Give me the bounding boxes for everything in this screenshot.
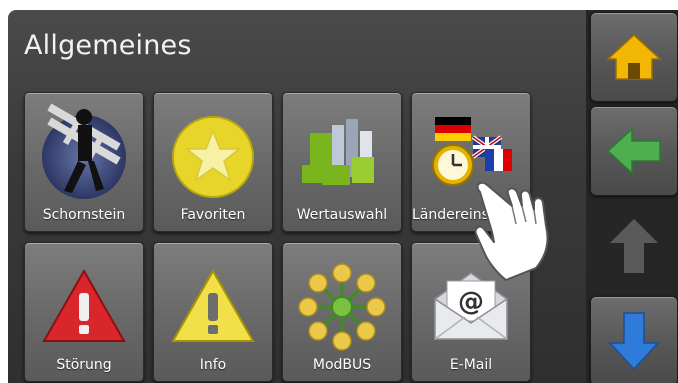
tile-label: Info [199,357,227,373]
arrow-left-icon [606,127,661,175]
star-icon [172,116,254,198]
tile-label: ModBUS [312,357,372,373]
tile-label: Wertauswahl [296,207,388,223]
chimney-sweep-icon [42,103,126,199]
arrow-down-icon [608,312,660,371]
arrow-up-icon [610,219,658,273]
modbus-network-icon [298,263,386,351]
info-warning-icon [171,268,255,342]
home-icon [606,33,662,80]
tile-stoerung[interactable]: Störung [24,242,144,382]
home-button[interactable] [590,12,678,102]
scroll-down-button[interactable] [590,296,678,383]
tile-info[interactable]: Info [153,242,273,382]
tile-wertauswahl[interactable]: Wertauswahl [282,92,402,232]
tile-label: E-Mail [449,357,493,373]
tile-label: Schornstein [42,207,126,223]
settings-screen: Allgemeines Schornstein Favoriten Wertau… [8,10,678,383]
tile-label: Favoriten [180,207,246,223]
page-title: Allgemeines [24,30,192,61]
hand-pointer-icon [474,181,549,281]
tile-label: Störung [56,357,112,373]
tile-favoriten[interactable]: Favoriten [153,92,273,232]
error-warning-icon [42,268,126,342]
back-button[interactable] [590,106,678,196]
tile-schornstein[interactable]: Schornstein [24,92,144,232]
scroll-up-button[interactable] [590,200,678,290]
value-selection-icon [302,119,374,185]
nav-sidebar [586,10,678,383]
tile-modbus[interactable]: ModBUS [282,242,402,382]
svg-text:@: @ [458,287,484,317]
